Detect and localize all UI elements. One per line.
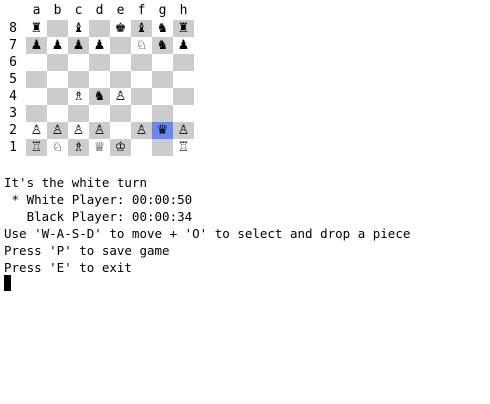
square-d1[interactable]: ♕ (89, 139, 110, 156)
file-label-d: d (95, 3, 104, 18)
square-e6[interactable] (110, 54, 131, 71)
square-e1[interactable]: ♔ (110, 139, 131, 156)
square-g5[interactable] (152, 71, 173, 88)
square-d5[interactable] (89, 71, 110, 88)
square-g2[interactable]: ♛ (152, 122, 173, 139)
square-f2[interactable]: ♙ (131, 122, 152, 139)
square-d6[interactable] (89, 54, 110, 71)
square-b3[interactable] (47, 105, 68, 122)
file-label-f: f (137, 3, 146, 18)
square-f1[interactable] (131, 139, 152, 156)
square-g1[interactable] (152, 139, 173, 156)
square-h2[interactable]: ♙ (173, 122, 194, 139)
square-a8[interactable]: ♜ (26, 20, 47, 37)
square-g6[interactable] (152, 54, 173, 71)
square-d3[interactable] (89, 105, 110, 122)
square-h6[interactable] (173, 54, 194, 71)
square-c5[interactable] (68, 71, 89, 88)
square-c7[interactable]: ♟ (68, 37, 89, 54)
square-g4[interactable] (152, 88, 173, 105)
black-player-timer: Black Player: 00:00:34 (4, 209, 193, 224)
terminal-cursor[interactable] (4, 275, 11, 291)
square-a5[interactable] (26, 71, 47, 88)
square-f5[interactable] (131, 71, 152, 88)
square-a2[interactable]: ♙ (26, 122, 47, 139)
square-h3[interactable] (173, 105, 194, 122)
square-d8[interactable] (89, 20, 110, 37)
square-h7[interactable]: ♟ (173, 37, 194, 54)
rank-label-8: 8 (9, 21, 17, 36)
square-c1[interactable]: ♗ (68, 139, 89, 156)
file-label-b: b (53, 3, 62, 18)
square-b7[interactable]: ♟ (47, 37, 68, 54)
square-a3[interactable] (26, 105, 47, 122)
file-label-e: e (116, 3, 125, 18)
file-label-a: a (32, 3, 41, 18)
square-a1[interactable]: ♖ (26, 139, 47, 156)
square-d2[interactable]: ♙ (89, 122, 110, 139)
square-e7[interactable] (110, 37, 131, 54)
square-a4[interactable] (26, 88, 47, 105)
square-f7[interactable]: ♘ (131, 37, 152, 54)
rank-label-7: 7 (9, 38, 17, 53)
square-c8[interactable]: ♝ (68, 20, 89, 37)
square-c2[interactable]: ♙ (68, 122, 89, 139)
file-label-g: g (158, 3, 167, 18)
exit-hint: Press 'E' to exit (4, 260, 132, 275)
rank-label-6: 6 (9, 55, 17, 70)
square-e4[interactable]: ♙ (110, 88, 131, 105)
rank-label-5: 5 (9, 72, 17, 87)
square-b4[interactable] (47, 88, 68, 105)
square-f8[interactable]: ♝ (131, 20, 152, 37)
rank-label-2: 2 (9, 123, 17, 138)
rank-label-4: 4 (9, 89, 17, 104)
terminal-output: It's the white turn * White Player: 00:0… (4, 174, 410, 276)
square-h8[interactable]: ♜ (173, 20, 194, 37)
square-f4[interactable] (131, 88, 152, 105)
rank-label-3: 3 (9, 106, 17, 121)
square-h5[interactable] (173, 71, 194, 88)
square-f3[interactable] (131, 105, 152, 122)
square-a7[interactable]: ♟ (26, 37, 47, 54)
square-b1[interactable]: ♘ (47, 139, 68, 156)
square-b8[interactable] (47, 20, 68, 37)
square-f6[interactable] (131, 54, 152, 71)
square-e3[interactable] (110, 105, 131, 122)
square-b5[interactable] (47, 71, 68, 88)
save-hint: Press 'P' to save game (4, 243, 170, 258)
square-g8[interactable]: ♞ (152, 20, 173, 37)
rank-label-1: 1 (9, 140, 17, 155)
square-b6[interactable] (47, 54, 68, 71)
file-label-c: c (74, 3, 83, 18)
square-e2[interactable] (110, 122, 131, 139)
file-label-h: h (179, 3, 188, 18)
turn-status: It's the white turn (4, 175, 147, 190)
controls-instructions: Use 'W-A-S-D' to move + 'O' to select an… (4, 226, 411, 241)
square-b2[interactable]: ♙ (47, 122, 68, 139)
square-d4[interactable]: ♞ (89, 88, 110, 105)
square-d7[interactable]: ♟ (89, 37, 110, 54)
square-e5[interactable] (110, 71, 131, 88)
square-h1[interactable]: ♖ (173, 139, 194, 156)
square-a6[interactable] (26, 54, 47, 71)
square-e8[interactable]: ♚ (110, 20, 131, 37)
white-player-timer: * White Player: 00:00:50 (4, 192, 193, 207)
square-c4[interactable]: ♗ (68, 88, 89, 105)
square-c6[interactable] (68, 54, 89, 71)
square-c3[interactable] (68, 105, 89, 122)
square-h4[interactable] (173, 88, 194, 105)
square-g7[interactable]: ♞ (152, 37, 173, 54)
square-g3[interactable] (152, 105, 173, 122)
